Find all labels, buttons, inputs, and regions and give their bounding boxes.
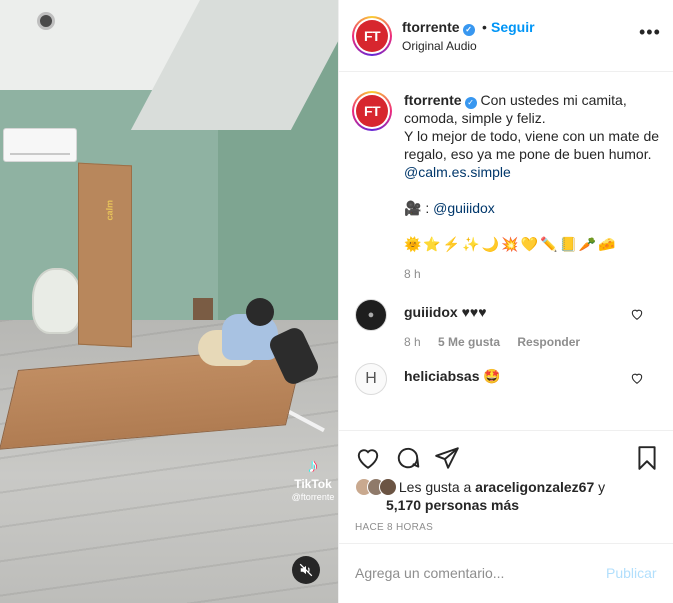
author-username[interactable]: ftorrente ✓	[402, 19, 475, 36]
comment-text: 🤩	[483, 368, 501, 384]
comment-like-heart-icon[interactable]	[630, 371, 644, 385]
caption-line-2: Y lo mejor de todo, viene con un mate de…	[404, 128, 660, 162]
camera-icon: 🎥	[404, 200, 422, 216]
comment-text: ♥♥♥	[461, 304, 487, 320]
share-send-icon[interactable]	[434, 445, 460, 471]
header-separator: •	[482, 19, 487, 35]
likes-user[interactable]: araceligonzalez67	[475, 479, 594, 495]
comment-meta: 8 h 5 Me gusta Responder	[404, 335, 673, 349]
caption-mention[interactable]: @calm.es.simple	[404, 164, 511, 180]
caption-emoji-row: 🌞⭐⚡✨🌙💥💛✏️📒🥕🧀	[404, 236, 618, 252]
caption-verified-icon: ✓	[464, 97, 477, 109]
save-bookmark-icon[interactable]	[634, 445, 660, 471]
comment-time: 8 h	[404, 335, 421, 349]
liker-avatars	[355, 478, 397, 496]
post-caption: FT ftorrente ✓ Con ustedes mi camita, com…	[339, 73, 673, 281]
liker-avatar	[379, 478, 397, 496]
likes-summary: Les gusta a araceligonzalez67 y 5,170 pe…	[355, 478, 605, 514]
scene-person-head	[246, 298, 274, 326]
verified-badge-icon: ✓	[462, 24, 475, 36]
credit-separator: :	[421, 200, 434, 216]
scene-mirror	[32, 268, 82, 334]
video-player[interactable]: calm ♪ TikTok @ftorrente	[0, 0, 338, 603]
scene-air-conditioner	[3, 128, 77, 162]
comment-like-heart-icon[interactable]	[630, 307, 644, 321]
comment-item: ● guiiidox ♥♥♥ 8 h 5 Me gusta Responder	[339, 299, 673, 369]
comment-likes[interactable]: 5 Me gusta	[438, 335, 500, 349]
author-avatar[interactable]: FT	[352, 16, 392, 56]
post-actions: Les gusta a araceligonzalez67 y 5,170 pe…	[339, 430, 673, 543]
tiktok-handle: @ftorrente	[291, 492, 335, 502]
author-username-text: ftorrente	[402, 19, 460, 35]
like-heart-icon[interactable]	[355, 445, 381, 471]
comment-avatar[interactable]: ●	[355, 299, 387, 331]
add-comment-bar: Agrega un comentario... Publicar	[339, 543, 673, 603]
likes-prefix: Les gusta a	[398, 479, 472, 495]
comment-username[interactable]: heliciabsas	[404, 368, 480, 384]
caption-time: 8 h	[404, 267, 421, 281]
publish-button[interactable]: Publicar	[606, 565, 657, 581]
tiktok-brand: TikTok	[294, 477, 332, 491]
audio-label[interactable]: Original Audio	[402, 39, 477, 53]
caption-avatar-logo: FT	[356, 95, 388, 127]
comment-input[interactable]: Agrega un comentario...	[355, 565, 504, 581]
comment-bubble-icon[interactable]	[395, 445, 421, 471]
author-avatar-logo: FT	[356, 20, 388, 52]
comment-username[interactable]: guiiidox	[404, 304, 458, 320]
comment-item: H heliciabsas 🤩	[339, 363, 673, 430]
tiktok-icon: ♪	[308, 455, 318, 477]
tiktok-watermark: ♪ TikTok @ftorrente	[290, 455, 336, 502]
box-print: calm	[104, 199, 115, 221]
caption-avatar[interactable]: FT	[352, 91, 392, 131]
more-options-icon[interactable]: •••	[639, 23, 661, 41]
comments-section[interactable]: FT ftorrente ✓ Con ustedes mi camita, com…	[339, 73, 673, 430]
post-panel: FT ftorrente ✓ • Seguir Original Audio ••…	[338, 0, 673, 603]
comment-avatar[interactable]: H	[355, 363, 387, 395]
follow-button[interactable]: Seguir	[491, 19, 535, 35]
scene-ceiling-light	[37, 12, 55, 30]
likes-others[interactable]: 5,170 personas más	[355, 496, 605, 514]
post-header: FT ftorrente ✓ • Seguir Original Audio ••…	[339, 0, 673, 72]
likes-conj: y	[598, 479, 606, 495]
mute-button[interactable]	[292, 556, 320, 584]
caption-body: ftorrente ✓ Con ustedes mi camita, comoda…	[404, 91, 660, 253]
caption-username[interactable]: ftorrente	[404, 92, 462, 108]
speaker-muted-icon	[299, 563, 313, 577]
post-timestamp[interactable]: HACE 8 HORAS	[355, 522, 433, 533]
scene-stool	[193, 298, 213, 320]
credit-mention[interactable]: @guiiidox	[433, 200, 495, 216]
comment-reply-button[interactable]: Responder	[517, 335, 580, 349]
scene-tall-box: calm	[78, 162, 132, 348]
